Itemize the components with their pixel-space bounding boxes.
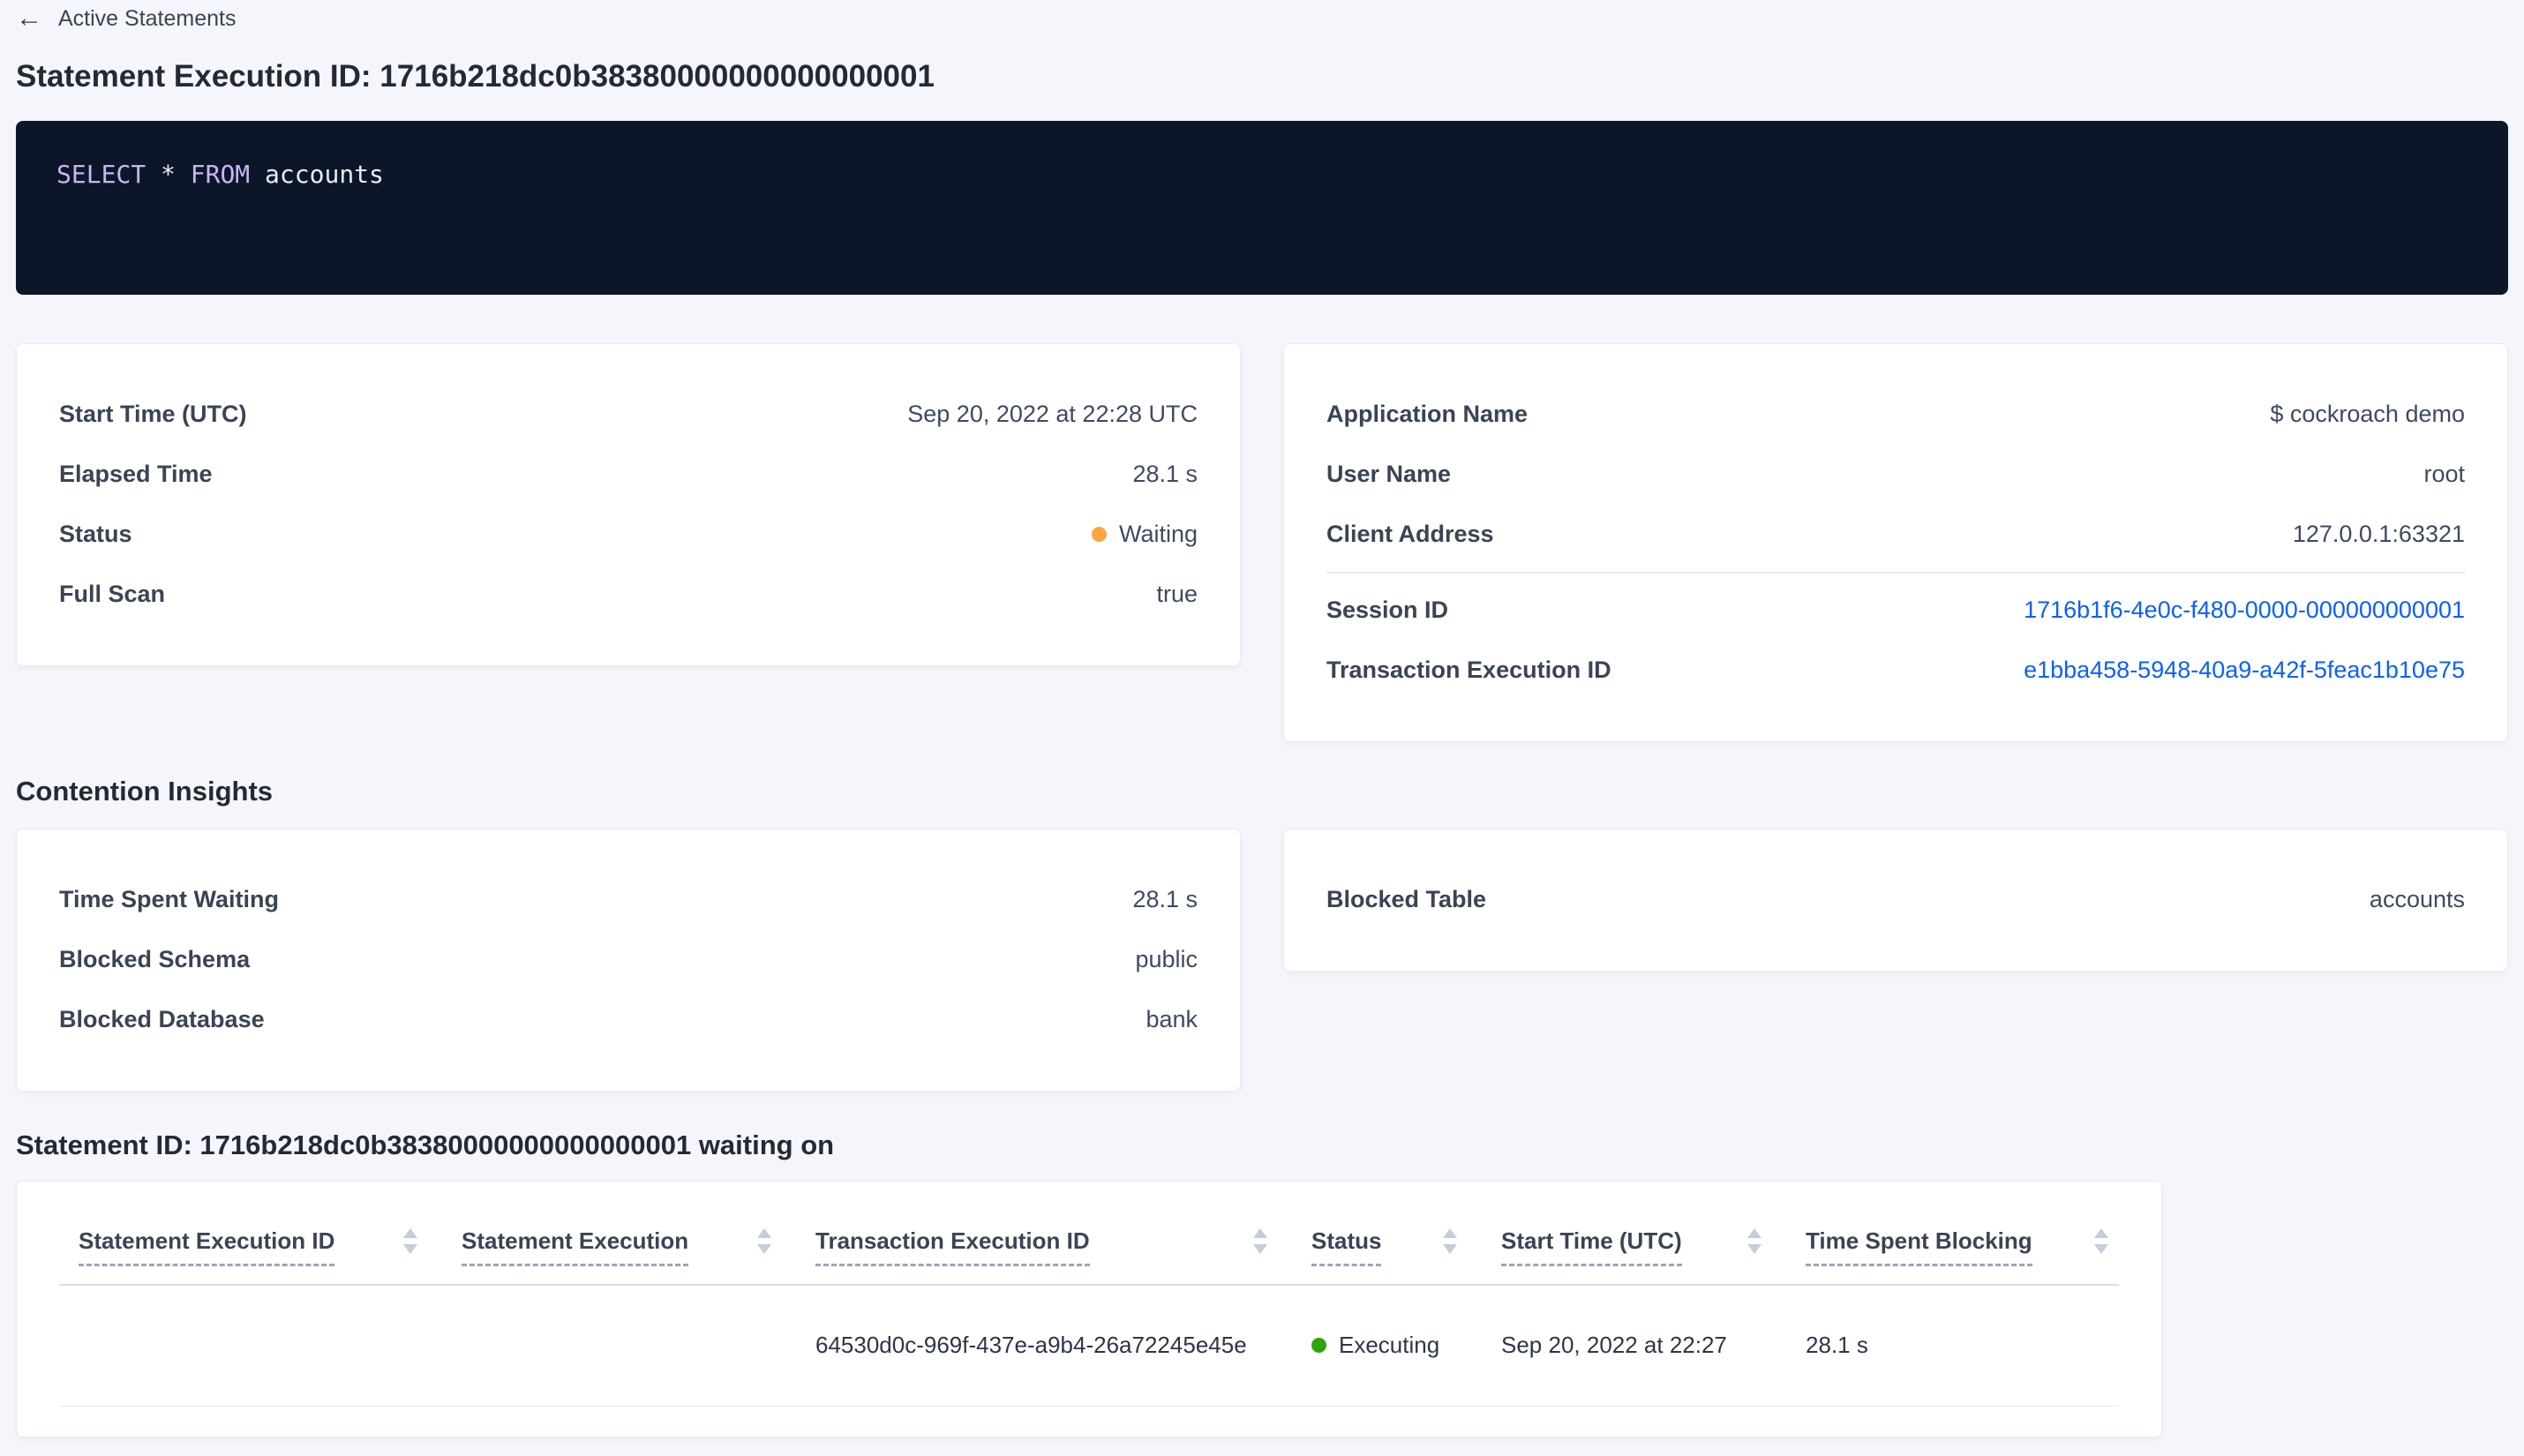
waiting-on-table: Statement Execution ID Statement Executi… — [16, 1180, 2162, 1437]
sql-token: accounts — [265, 159, 384, 189]
column-header-time-spent-blocking[interactable]: Time Spent Blocking — [1806, 1227, 2119, 1266]
status-label: Status — [59, 521, 132, 548]
status-waiting-dot-icon — [1091, 527, 1107, 543]
blocked-database-label: Blocked Database — [59, 1006, 265, 1033]
row-client-address: Client Address 127.0.0.1:63321 — [1326, 505, 2465, 565]
start-time-value: Sep 20, 2022 at 22:28 UTC — [907, 401, 1198, 428]
column-header-label: Statement Execution ID — [79, 1227, 335, 1266]
row-blocked-schema: Blocked Schema public — [59, 930, 1198, 990]
sort-icon — [2094, 1227, 2108, 1254]
sql-keyword: FROM — [190, 159, 251, 189]
sql-statement: SELECT * FROM accounts — [56, 160, 384, 189]
statement-execution-page: ← Active Statements Statement Execution … — [0, 0, 2524, 1437]
full-scan-value: true — [1156, 581, 1198, 608]
table-header-row: Statement Execution ID Statement Executi… — [59, 1182, 2119, 1286]
full-scan-label: Full Scan — [59, 581, 166, 608]
status-badge: Waiting — [1091, 521, 1198, 548]
row-transaction-execution-id: Transaction Execution ID e1bba458-5948-4… — [1326, 641, 2465, 701]
column-header-status[interactable]: Status — [1311, 1227, 1501, 1266]
contention-details-card: Time Spent Waiting 28.1 s Blocked Schema… — [16, 828, 1241, 1092]
row-application-name: Application Name $ cockroach demo — [1326, 385, 2465, 445]
blocked-database-value: bank — [1146, 1006, 1198, 1033]
column-header-label: Statement Execution — [462, 1227, 689, 1266]
card-divider — [1326, 571, 2465, 574]
row-blocked-database: Blocked Database bank — [59, 990, 1198, 1050]
sql-statement-box: SELECT * FROM accounts — [16, 120, 2508, 295]
row-user-name: User Name root — [1326, 445, 2465, 505]
sql-keyword: SELECT — [56, 159, 146, 189]
table-row: 64530d0c-969f-437e-a9b4-26a72245e45e Exe… — [59, 1286, 2119, 1407]
session-summary-card: Application Name $ cockroach demo User N… — [1283, 342, 2508, 742]
summary-cards-row: Start Time (UTC) Sep 20, 2022 at 22:28 U… — [16, 342, 2508, 742]
row-blocked-table: Blocked Table accounts — [1326, 870, 2465, 930]
row-status: Status Waiting — [59, 505, 1198, 565]
row-full-scan: Full Scan true — [59, 565, 1198, 625]
sql-token: * — [161, 159, 176, 189]
back-link-label: Active Statements — [58, 5, 237, 31]
time-spent-waiting-label: Time Spent Waiting — [59, 886, 280, 913]
column-header-start-time[interactable]: Start Time (UTC) — [1501, 1227, 1806, 1266]
column-header-statement-execution-id[interactable]: Statement Execution ID — [79, 1227, 462, 1266]
waiting-on-heading: Statement ID: 1716b218dc0b38380000000000… — [16, 1129, 835, 1160]
sort-icon — [757, 1227, 771, 1254]
arrow-left-icon: ← — [16, 4, 42, 33]
column-header-label: Time Spent Blocking — [1806, 1227, 2032, 1266]
cell-transaction-execution-id: 64530d0c-969f-437e-a9b4-26a72245e45e — [815, 1332, 1247, 1359]
session-id-label: Session ID — [1326, 597, 1449, 624]
cell-time-spent-blocking: 28.1 s — [1806, 1332, 1868, 1359]
client-address-label: Client Address — [1326, 521, 1494, 548]
user-name-value: root — [2423, 461, 2465, 488]
sort-icon — [1443, 1227, 1457, 1254]
session-id-link[interactable]: 1716b1f6-4e0c-f480-0000-000000000001 — [2024, 597, 2465, 624]
execution-summary-card: Start Time (UTC) Sep 20, 2022 at 22:28 U… — [16, 342, 1241, 666]
cell-status-value: Executing — [1339, 1332, 1440, 1359]
user-name-label: User Name — [1326, 461, 1452, 488]
elapsed-time-value: 28.1 s — [1132, 461, 1198, 488]
row-elapsed-time: Elapsed Time 28.1 s — [59, 445, 1198, 505]
cell-start-time: Sep 20, 2022 at 22:27 — [1501, 1332, 1727, 1359]
application-name-label: Application Name — [1326, 401, 1529, 428]
row-time-spent-waiting: Time Spent Waiting 28.1 s — [59, 870, 1198, 930]
contention-cards-row: Time Spent Waiting 28.1 s Blocked Schema… — [16, 828, 2508, 1092]
blocked-table-card: Blocked Table accounts — [1283, 828, 2508, 972]
column-header-label: Transaction Execution ID — [815, 1227, 1090, 1266]
sort-icon — [1747, 1227, 1762, 1254]
column-header-statement-execution[interactable]: Statement Execution — [462, 1227, 815, 1266]
contention-insights-heading: Contention Insights — [16, 775, 274, 807]
page-title: Statement Execution ID: 1716b218dc0b3838… — [16, 59, 935, 94]
back-link-active-statements[interactable]: ← Active Statements — [16, 0, 236, 32]
blocked-table-label: Blocked Table — [1326, 886, 1487, 913]
column-header-transaction-execution-id[interactable]: Transaction Execution ID — [815, 1227, 1311, 1266]
time-spent-waiting-value: 28.1 s — [1132, 886, 1198, 913]
transaction-execution-id-link[interactable]: e1bba458-5948-40a9-a42f-5feac1b10e75 — [2024, 657, 2465, 684]
sort-icon — [1253, 1227, 1267, 1254]
status-executing-dot-icon — [1311, 1338, 1326, 1354]
blocked-table-value: accounts — [2369, 886, 2465, 913]
column-header-label: Status — [1311, 1227, 1382, 1266]
transaction-execution-id-label: Transaction Execution ID — [1326, 657, 1611, 684]
blocked-schema-value: public — [1135, 946, 1198, 973]
status-value: Waiting — [1118, 521, 1198, 548]
row-session-id: Session ID 1716b1f6-4e0c-f480-0000-00000… — [1326, 581, 2465, 641]
column-header-label: Start Time (UTC) — [1501, 1227, 1682, 1266]
blocked-schema-label: Blocked Schema — [59, 946, 251, 973]
client-address-value: 127.0.0.1:63321 — [2292, 521, 2465, 548]
application-name-value: $ cockroach demo — [2270, 401, 2465, 428]
cell-status: Executing — [1311, 1332, 1501, 1359]
elapsed-time-label: Elapsed Time — [59, 461, 213, 488]
sort-icon — [403, 1227, 417, 1254]
start-time-label: Start Time (UTC) — [59, 401, 247, 428]
row-start-time: Start Time (UTC) Sep 20, 2022 at 22:28 U… — [59, 385, 1198, 445]
